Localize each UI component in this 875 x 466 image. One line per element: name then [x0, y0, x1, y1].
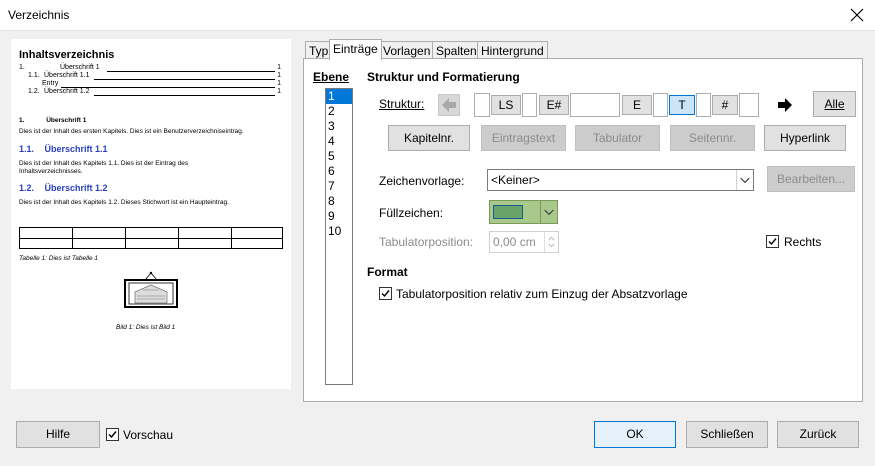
- chapter-number-button[interactable]: Kapitelnr.: [388, 125, 470, 151]
- levels-label: Ebene: [313, 70, 350, 84]
- spinner-icon: [544, 232, 555, 252]
- preview-toc-text: Überschrift 1.2: [44, 88, 90, 95]
- level-item[interactable]: 5: [326, 149, 352, 164]
- preview-paragraph: Inhaltsverzeichnisses.: [19, 168, 83, 175]
- level-item[interactable]: 4: [326, 134, 352, 149]
- right-align-checkbox[interactable]: [766, 235, 779, 248]
- token-page-num[interactable]: #: [712, 95, 738, 115]
- level-item[interactable]: 6: [326, 164, 352, 179]
- structure-text-field[interactable]: [474, 93, 490, 117]
- level-item[interactable]: 7: [326, 179, 352, 194]
- preview-page: Inhaltsverzeichnis 1. Überschrift 1 1 1.…: [11, 39, 291, 389]
- preview-table: [19, 227, 283, 249]
- close-button[interactable]: Schließen: [686, 421, 768, 448]
- preview-label: Vorschau: [123, 428, 174, 442]
- preview-heading-text: Überschrift 1.2: [44, 183, 108, 193]
- preview-heading-1-1: 1.1. Überschrift 1.1: [19, 144, 108, 154]
- preview-table-caption: Tabelle 1: Dies ist Tabelle 1: [19, 255, 99, 262]
- hyperlink-button[interactable]: Hyperlink: [764, 125, 846, 151]
- fill-char-select[interactable]: [489, 200, 558, 224]
- preview-heading-num: 1.2.: [19, 183, 35, 193]
- preview-toc-num: 1.1.: [28, 72, 40, 79]
- preview-image-caption: Bild 1: Dies ist Bild 1: [116, 324, 176, 331]
- preview-toc-page: 1: [277, 88, 281, 95]
- tab-hintergrund[interactable]: Hintergrund: [477, 41, 548, 59]
- token-ls[interactable]: LS: [491, 95, 521, 115]
- level-item[interactable]: 3: [326, 119, 352, 134]
- preview-heading-num: 1.: [19, 117, 25, 124]
- page-number-button: Seitennr.: [670, 125, 755, 151]
- structure-text-field[interactable]: [739, 93, 759, 117]
- fill-char-label: Füllzeichen:: [379, 206, 444, 220]
- picture-frame-icon: [124, 271, 178, 308]
- level-item[interactable]: 1: [326, 89, 352, 104]
- tab-position-value: 0,00 cm: [493, 235, 536, 249]
- char-style-label: Zeichenvorlage:: [379, 174, 465, 188]
- close-icon[interactable]: [845, 3, 869, 27]
- preview-toc-page: 1: [277, 72, 281, 79]
- chevron-down-icon[interactable]: [540, 201, 557, 223]
- level-item[interactable]: 9: [326, 209, 352, 224]
- tab-vorlagen[interactable]: Vorlagen: [379, 41, 435, 59]
- preview-heading-text: Überschrift 1: [46, 117, 87, 124]
- arrow-right-icon[interactable]: [774, 94, 796, 116]
- all-levels-button[interactable]: Alle: [813, 91, 856, 117]
- edit-style-button: Bearbeiten...: [767, 166, 855, 192]
- level-item[interactable]: 2: [326, 104, 352, 119]
- checkmark-icon: [381, 290, 390, 298]
- preview-toc-num: 1.: [19, 64, 25, 71]
- arrow-left-icon[interactable]: [438, 94, 460, 116]
- structure-text-field[interactable]: [696, 93, 711, 117]
- structure-text-field[interactable]: [522, 93, 537, 117]
- checkmark-icon: [768, 238, 777, 246]
- structure-heading: Struktur und Formatierung: [367, 70, 520, 84]
- preview-heading-text: Überschrift 1.1: [44, 144, 108, 154]
- preview-paragraph: Dies ist der Inhalt des ersten Kapitels.…: [19, 128, 244, 135]
- help-button[interactable]: Hilfe: [16, 421, 100, 448]
- window-title: Verzeichnis: [8, 8, 70, 22]
- structure-text-field[interactable]: [653, 93, 668, 117]
- preview-toc-page: 1: [277, 64, 281, 71]
- level-item[interactable]: 8: [326, 194, 352, 209]
- level-item[interactable]: 10: [326, 224, 352, 239]
- back-button[interactable]: Zurück: [777, 421, 859, 448]
- relative-indent-label: Tabulatorposition relativ zum Einzug der…: [396, 287, 688, 301]
- title-bar: Verzeichnis: [0, 0, 875, 31]
- structure-text-field[interactable]: [570, 93, 620, 117]
- preview-toc-title: Inhaltsverzeichnis: [19, 49, 115, 61]
- char-style-select[interactable]: <Keiner>: [487, 169, 754, 191]
- preview-toc-num: 1.2.: [28, 88, 40, 95]
- preview-toc-text: Überschrift 1.1: [44, 72, 90, 79]
- preview-heading-num: 1.1.: [19, 144, 35, 154]
- ok-button[interactable]: OK: [594, 421, 676, 448]
- preview-heading-1-2: 1.2. Überschrift 1.2: [19, 183, 108, 193]
- preview-checkbox[interactable]: [106, 428, 119, 441]
- preview-paragraph: Dies ist der Inhalt des Kapitels 1.1. Di…: [19, 160, 189, 167]
- preview-toc-page: 1: [277, 80, 281, 87]
- relative-indent-checkbox[interactable]: [379, 287, 392, 300]
- preview-paragraph: Dies ist der Inhalt des Kapitels 1.2. Di…: [19, 199, 229, 206]
- levels-list[interactable]: 1 2 3 4 5 6 7 8 9 10: [325, 88, 353, 385]
- chevron-down-icon[interactable]: [736, 170, 753, 190]
- format-heading: Format: [367, 265, 408, 279]
- tab-spalten[interactable]: Spalten: [432, 41, 481, 59]
- preview-toc-line: 1. Überschrift 1 1: [19, 64, 283, 72]
- token-e[interactable]: E: [622, 95, 652, 115]
- tab-stop-button: Tabulator: [575, 125, 660, 151]
- tab-position-field: 0,00 cm: [489, 231, 559, 253]
- preview-toc-text: Überschrift 1: [60, 64, 100, 71]
- entry-text-button: Eintragstext: [481, 125, 566, 151]
- structure-label: Struktur:: [379, 97, 425, 111]
- right-align-label: Rechts: [784, 235, 822, 249]
- token-t[interactable]: T: [669, 95, 695, 115]
- entries-panel: Ebene 1 2 3 4 5 6 7 8 9 10 Struktur und …: [303, 58, 863, 402]
- char-style-value: <Keiner>: [491, 173, 540, 187]
- tab-eintraege[interactable]: Einträge: [329, 39, 382, 60]
- token-e-num[interactable]: E#: [539, 95, 569, 115]
- preview-toc-text: Entry: [42, 80, 59, 87]
- checkmark-icon: [108, 431, 117, 439]
- preview-heading-1: 1. Überschrift 1: [19, 117, 86, 124]
- tab-position-label: Tabulatorposition:: [379, 235, 474, 249]
